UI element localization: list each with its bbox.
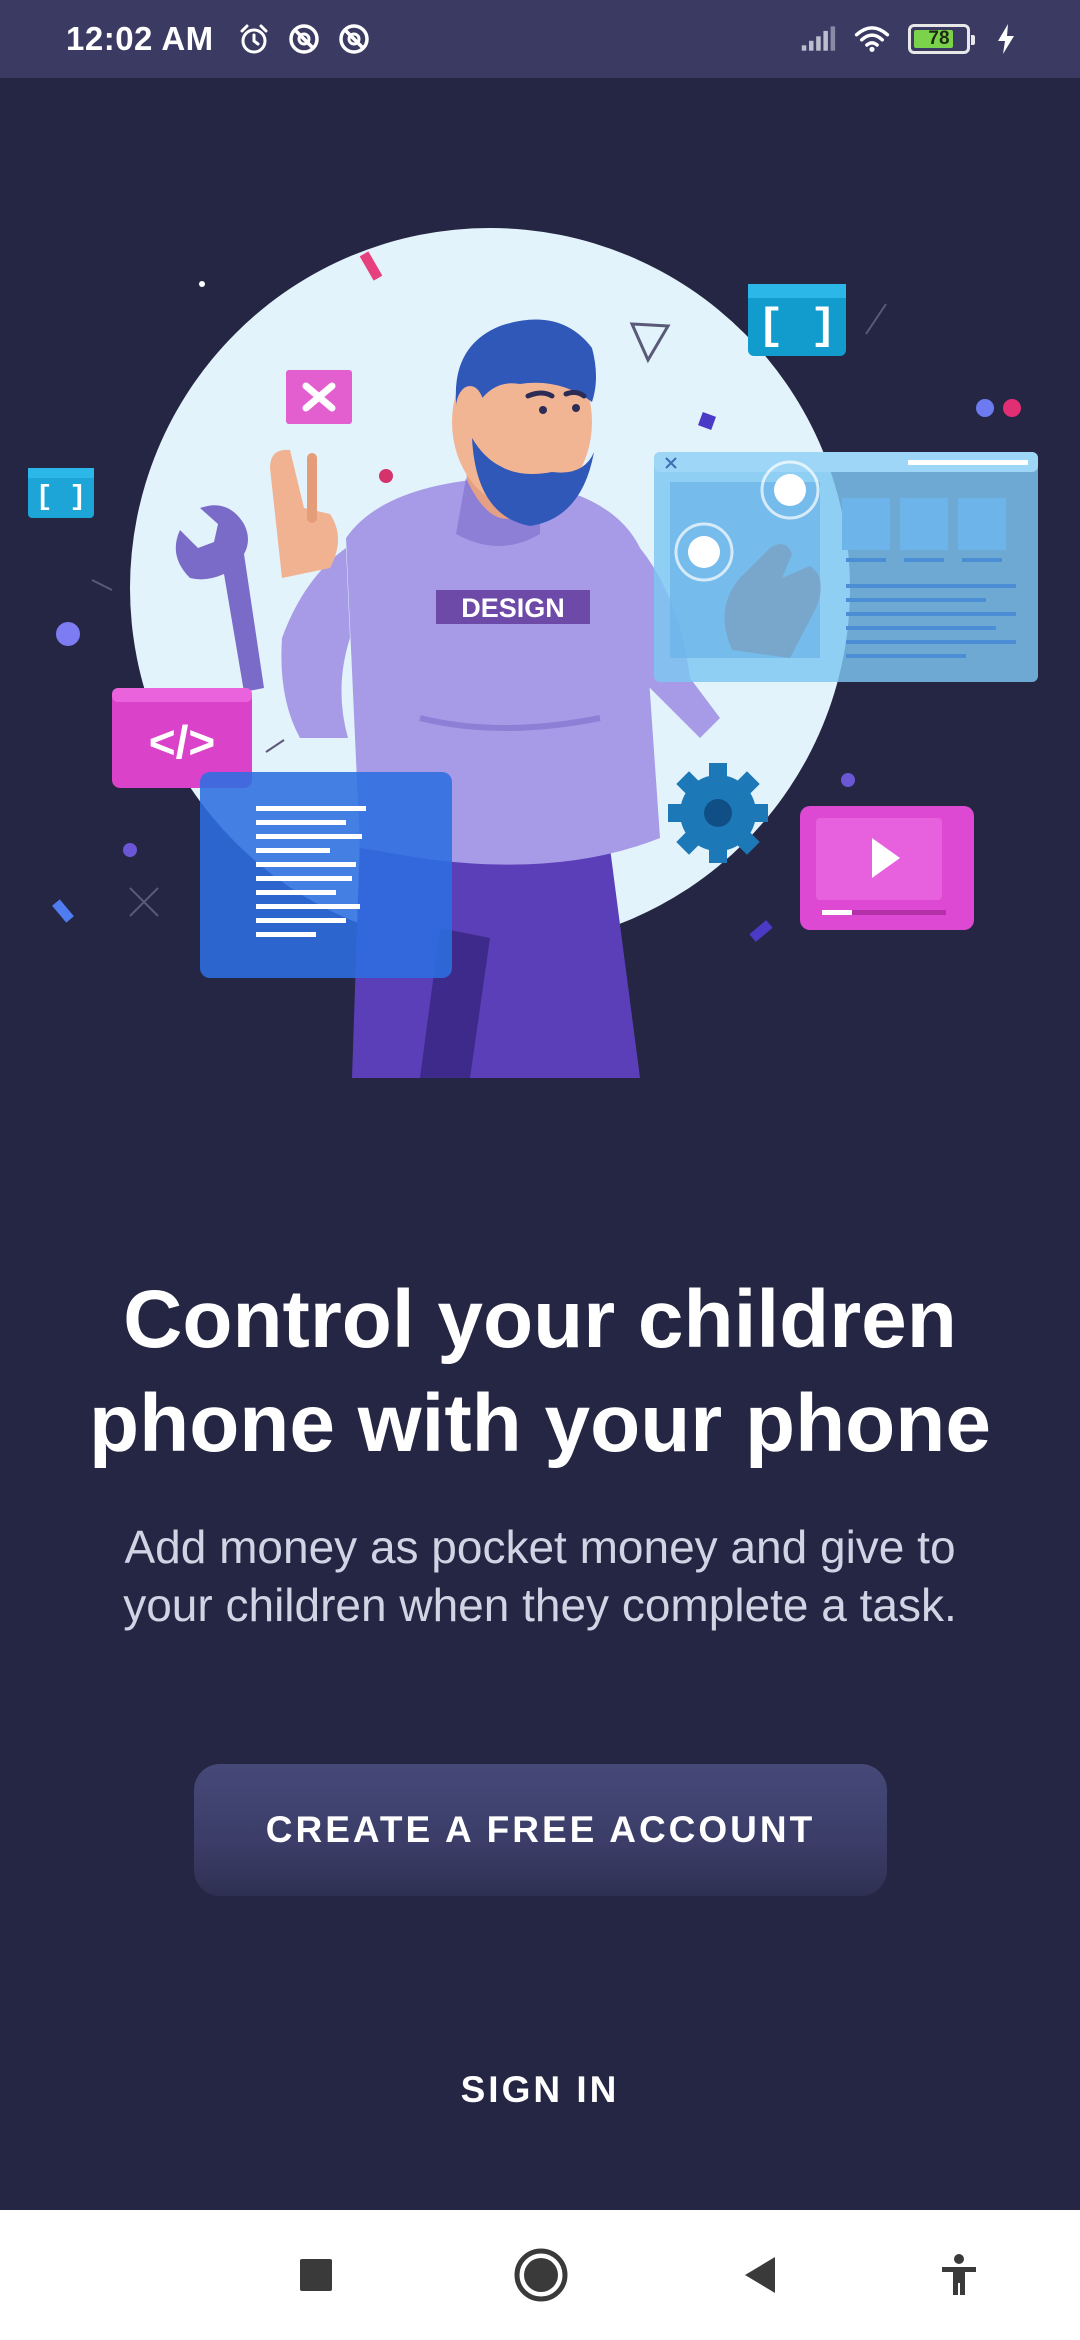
onboarding-headline: Control your children phone with your ph…: [40, 1268, 1040, 1476]
onboarding-illustration: [ ] [ ] DESIGN </>: [28, 228, 1038, 1078]
do-not-disturb-icon: [286, 21, 322, 57]
subtitle-line-1: Add money as pocket money and give to: [124, 1521, 956, 1573]
alarm-icon: [236, 21, 272, 57]
accessibility-icon[interactable]: [924, 2240, 994, 2310]
shirt-text: DESIGN: [461, 593, 565, 623]
battery-level: 78: [928, 28, 950, 49]
headline-line-2: phone with your phone: [89, 1378, 991, 1469]
status-time: 12:02 AM: [66, 20, 214, 57]
charging-icon: [988, 21, 1024, 57]
bracket-tag: [ ]: [757, 302, 836, 352]
status-bar: 12:02 AM 78: [0, 0, 1080, 78]
status-right: 78: [800, 21, 1024, 57]
back-icon[interactable]: [726, 2240, 796, 2310]
home-icon[interactable]: [506, 2240, 576, 2310]
wifi-icon: [854, 21, 890, 57]
do-not-disturb-icon: [336, 21, 372, 57]
status-left: 12:02 AM: [66, 20, 372, 58]
small-bracket-tag: [ ]: [36, 482, 86, 513]
battery-icon: 78: [908, 24, 975, 54]
signal-icon: [800, 21, 836, 57]
headline-line-1: Control your children: [123, 1274, 957, 1365]
sign-in-button[interactable]: SIGN IN: [340, 2050, 740, 2130]
navigation-bar: [0, 2210, 1080, 2340]
code-tag: </>: [149, 716, 216, 768]
subtitle-line-2: your children when they complete a task.: [123, 1579, 957, 1631]
create-account-button[interactable]: CREATE A FREE ACCOUNT: [194, 1764, 887, 1896]
recents-icon[interactable]: [281, 2240, 351, 2310]
onboarding-subtitle: Add money as pocket money and give to yo…: [40, 1518, 1040, 1634]
